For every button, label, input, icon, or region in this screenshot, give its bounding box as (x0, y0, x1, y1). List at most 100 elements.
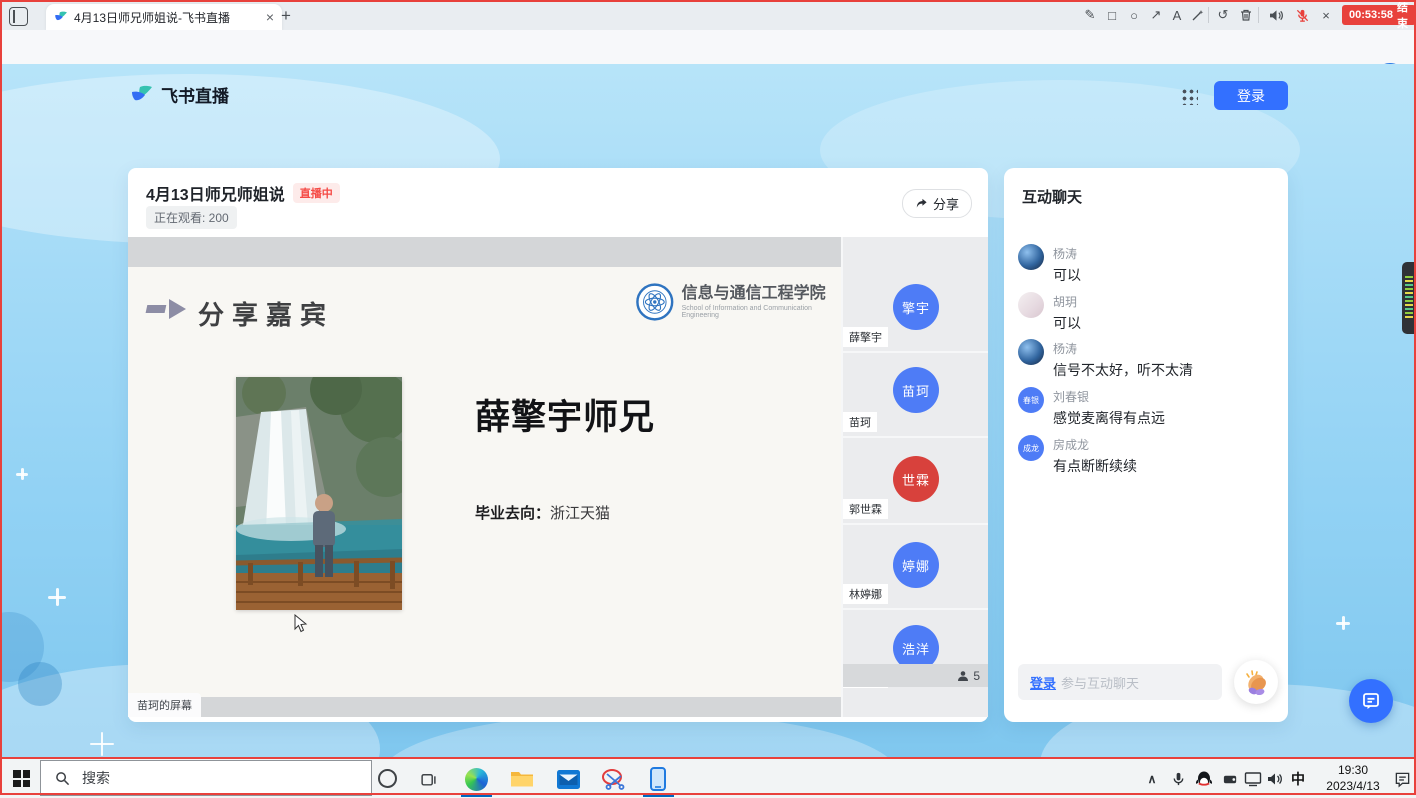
message-user: 杨涛 (1053, 245, 1081, 262)
mic-muted-icon[interactable] (1292, 5, 1312, 25)
bubble-decor (18, 662, 62, 706)
stream-title: 4月13日师兄师姐说 (146, 181, 285, 205)
participant-tile[interactable]: 擎宇 薛擎宇 (843, 267, 988, 353)
recording-end-label: 结束 (1397, 0, 1409, 31)
windows-taskbar: 搜索 ∧ 中 19:30 2023/4/13 (0, 758, 1416, 798)
share-icon (915, 197, 928, 210)
apps-grid-icon[interactable] (1181, 88, 1198, 105)
feishu-logo (130, 83, 154, 107)
user-avatar (1018, 292, 1044, 318)
customer-service-fab[interactable] (1349, 679, 1393, 723)
tray-display-icon[interactable] (1243, 769, 1263, 789)
cortana-icon[interactable] (378, 769, 397, 788)
chat-input[interactable]: 登录 参与互动聊天 (1018, 664, 1222, 700)
tab-close-icon[interactable]: × (266, 10, 274, 24)
sparkle-decor (48, 588, 66, 606)
time: 19:30 (1316, 762, 1390, 778)
browser-tab[interactable]: 4月13日师兄师姐说-飞书直播 × (46, 4, 282, 30)
participants-strip: 擎宇 薛擎宇 苗珂 苗珂 世霖 郭世霖 婷娜 林婷娜 浩洋 唐浩洋 (841, 237, 988, 717)
annotate-ellipse-icon[interactable]: ○ (1124, 5, 1144, 25)
shared-screen-label: 苗珂的屏幕 (128, 693, 201, 717)
edge-taskbar-icon[interactable] (463, 766, 489, 792)
chat-panel: 互动聊天 杨涛 可以 胡玥 可以 杨涛 信号不太好，听不太清 春银 刘春银 感觉… (1004, 168, 1288, 722)
live-badge: 直播中 (293, 183, 340, 203)
sparkle-decor (16, 468, 28, 480)
annotate-rectangle-icon[interactable]: □ (1102, 5, 1122, 25)
tab-title: 4月13日师兄师姐说-飞书直播 (74, 9, 260, 26)
clap-icon (1243, 669, 1269, 695)
college-emblem (636, 282, 674, 322)
taskbar-search[interactable]: 搜索 (40, 760, 372, 796)
mouse-cursor (294, 614, 308, 634)
annotate-wand-icon[interactable] (1188, 5, 1208, 25)
user-avatar (1018, 339, 1044, 365)
clap-reaction-button[interactable] (1234, 660, 1278, 704)
feishu-live-brand: 飞书直播 (130, 82, 229, 107)
stream-title-row: 4月13日师兄师姐说 直播中 (146, 181, 340, 205)
chat-message: 杨涛 可以 (1018, 244, 1274, 284)
speaker-icon[interactable] (1266, 5, 1286, 25)
start-button[interactable] (13, 770, 30, 787)
chat-login-link[interactable]: 登录 (1030, 673, 1056, 692)
sparkle-decor (90, 732, 114, 756)
screen-capture-icon[interactable] (601, 766, 627, 792)
participant-name: 苗珂 (843, 412, 877, 432)
annotate-arrow-icon[interactable]: ↗ (1146, 5, 1166, 25)
message-text: 可以 (1053, 313, 1081, 333)
login-button[interactable]: 登录 (1214, 81, 1288, 110)
annotate-text-icon[interactable]: A (1167, 5, 1187, 25)
video-region: 分享嘉宾 信息与通信工程学院 School of Information and… (128, 237, 988, 717)
feishu-live-page: 飞书直播 登录 4月13日师兄师姐说 直播中 正在观看: 200 分享 分享嘉宾 (0, 64, 1416, 758)
chat-message: 成龙 房成龙 有点断断续续 (1018, 435, 1274, 475)
people-icon (957, 670, 969, 682)
slide-arrow-icon (145, 297, 189, 321)
bubble-decor (0, 612, 44, 682)
letterbox-bottom (128, 697, 841, 717)
site-header: 飞书直播 登录 (0, 64, 1416, 120)
message-user: 房成龙 (1053, 436, 1137, 453)
tab-actions-icon[interactable] (9, 7, 28, 26)
annotate-pencil-icon[interactable]: ✎ (1080, 5, 1100, 25)
toolbar-divider (1258, 7, 1259, 23)
action-center-icon[interactable] (1392, 769, 1412, 789)
slide-section-title: 分享嘉宾 (198, 295, 334, 332)
tray-volume-icon[interactable] (1265, 769, 1285, 789)
recorder-close-icon[interactable]: × (1316, 5, 1336, 25)
search-icon (55, 771, 70, 786)
undo-icon[interactable]: ↺ (1213, 5, 1233, 25)
toolbar-divider (1208, 7, 1209, 23)
participant-name: 郭世霖 (843, 499, 888, 519)
message-text: 信号不太好，听不太清 (1053, 360, 1193, 380)
recording-timer-badge[interactable]: 00:53:58 结束 (1342, 5, 1416, 25)
trash-icon[interactable] (1236, 5, 1256, 25)
tray-chevron-icon[interactable]: ∧ (1142, 769, 1162, 789)
chat-message: 杨涛 信号不太好，听不太清 (1018, 339, 1274, 379)
user-avatar (1018, 244, 1044, 270)
taskbar-clock[interactable]: 19:30 2023/4/13 (1316, 762, 1390, 794)
tray-device-icon[interactable] (1220, 769, 1240, 789)
chat-message: 春银 刘春银 感觉麦离得有点远 (1018, 387, 1274, 427)
ime-indicator[interactable]: 中 (1288, 769, 1308, 789)
participant-tile[interactable]: 苗珂 苗珂 (843, 353, 988, 438)
message-user: 杨涛 (1053, 340, 1193, 357)
participant-count: 5 (973, 669, 980, 683)
edge-docked-widget[interactable] (1402, 262, 1416, 334)
tray-mic-icon[interactable] (1168, 769, 1188, 789)
graduation-destination: 毕业去向：浙江天猫 (475, 502, 610, 523)
participant-avatar: 擎宇 (893, 284, 939, 330)
participant-avatar: 婷娜 (893, 542, 939, 588)
share-button[interactable]: 分享 (902, 189, 972, 218)
chat-input-placeholder: 参与互动聊天 (1061, 673, 1139, 692)
participant-tile[interactable]: 婷娜 林婷娜 (843, 525, 988, 610)
participant-name: 薛擎宇 (843, 327, 888, 347)
new-tab-button[interactable]: + (276, 6, 296, 26)
file-explorer-icon[interactable] (509, 766, 535, 792)
qq-icon[interactable] (1194, 769, 1214, 789)
college-logo-block: 信息与通信工程学院 School of Information and Comm… (636, 282, 841, 322)
chat-title: 互动聊天 (1022, 186, 1082, 207)
your-phone-icon[interactable] (645, 766, 671, 792)
task-view-icon[interactable] (415, 766, 441, 792)
message-text: 有点断断续续 (1053, 456, 1137, 476)
participant-tile[interactable]: 世霖 郭世霖 (843, 438, 988, 525)
mail-icon[interactable] (555, 766, 581, 792)
